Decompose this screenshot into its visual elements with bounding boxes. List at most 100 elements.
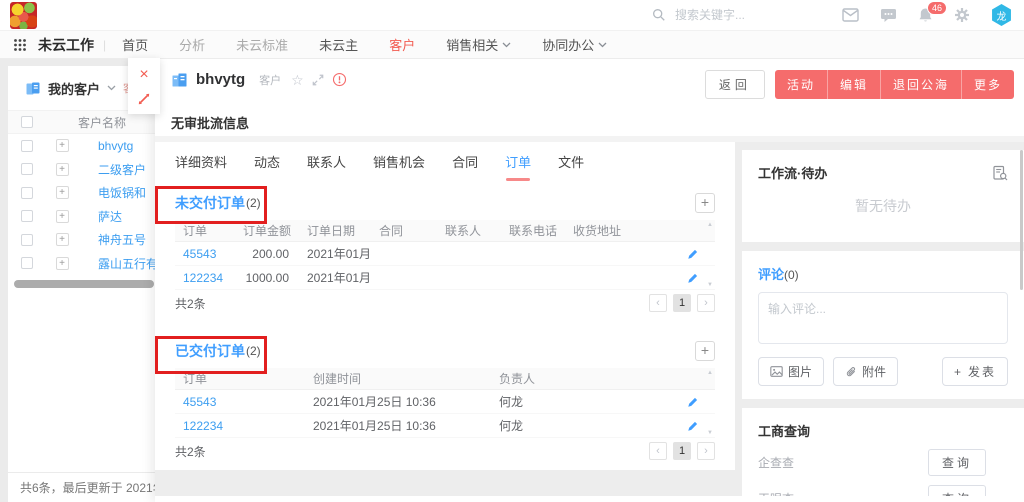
publish-comment-button[interactable]: + 发表 xyxy=(942,357,1008,386)
expand-diagonal-icon[interactable] xyxy=(137,92,151,106)
edit-pencil-icon[interactable] xyxy=(687,272,699,284)
apps-grid-icon[interactable] xyxy=(13,38,27,52)
customer-link[interactable]: 萨达 xyxy=(78,208,122,225)
add-attachment-button[interactable]: 附件 xyxy=(833,357,898,386)
scroll-up-icon[interactable]: ▲ xyxy=(707,222,713,228)
tianyancha-query-button[interactable]: 查询 xyxy=(928,485,986,496)
notifications-bell-icon[interactable]: 46 xyxy=(918,7,933,23)
comment-input[interactable] xyxy=(758,292,1008,344)
customer-link[interactable]: 露山五行有限 xyxy=(78,255,160,272)
search-input[interactable] xyxy=(675,8,835,22)
return-to-pool-button[interactable]: 退回公海 xyxy=(881,70,962,99)
order-link[interactable]: 45543 xyxy=(175,395,305,409)
nav-item-sales[interactable]: 销售相关 xyxy=(446,35,511,54)
app-logo[interactable] xyxy=(10,2,37,29)
order-amount: 200.00 xyxy=(235,247,299,261)
qichacha-query-button[interactable]: 查询 xyxy=(928,449,986,476)
col-phone: 联系电话 xyxy=(501,222,565,239)
row-checkbox[interactable] xyxy=(21,187,33,199)
order-link[interactable]: 122234 xyxy=(175,271,235,285)
expand-plus-icon[interactable]: + xyxy=(56,163,69,176)
table-scrollbar[interactable]: ▲ ▼ xyxy=(705,368,715,438)
mail-icon[interactable] xyxy=(842,8,859,22)
list-item[interactable]: + 露山五行有限 xyxy=(8,252,160,276)
nav-item-main[interactable]: 未云主 xyxy=(319,35,358,54)
list-item[interactable]: + 电饭锅和 xyxy=(8,181,160,205)
scroll-down-icon[interactable]: ▼ xyxy=(707,282,713,288)
tab-orders[interactable]: 订单 xyxy=(505,152,531,171)
user-avatar[interactable]: 龙 xyxy=(991,4,1012,26)
row-checkbox[interactable] xyxy=(21,234,33,246)
nav-item-home[interactable]: 首页 xyxy=(122,35,148,54)
horizontal-scrollbar[interactable] xyxy=(14,280,154,288)
table-scrollbar[interactable]: ▲ ▼ xyxy=(705,220,715,290)
fullscreen-arrows-icon[interactable] xyxy=(312,74,324,86)
add-image-button[interactable]: 图片 xyxy=(758,357,824,386)
expand-plus-icon[interactable]: + xyxy=(56,233,69,246)
chevron-down-icon[interactable] xyxy=(107,85,116,91)
expand-plus-icon[interactable]: + xyxy=(56,139,69,152)
nav-item-customers[interactable]: 客户 xyxy=(389,35,415,54)
list-item[interactable]: + bhvytg xyxy=(8,134,160,158)
vertical-scrollbar[interactable] xyxy=(1020,150,1023,290)
expand-plus-icon[interactable]: + xyxy=(56,186,69,199)
scroll-up-icon[interactable]: ▲ xyxy=(707,370,713,376)
customer-link[interactable]: 电饭锅和 xyxy=(78,184,146,201)
expand-plus-icon[interactable]: + xyxy=(56,257,69,270)
business-lookup-card: 工商查询 企查查 查询 天眼查 查询 xyxy=(742,408,1024,496)
workflow-title: 工作流·待办 xyxy=(758,163,827,182)
tab-opportunities[interactable]: 销售机会 xyxy=(373,152,425,171)
current-page[interactable]: 1 xyxy=(673,294,691,312)
add-order-button[interactable]: + xyxy=(695,341,715,361)
current-page[interactable]: 1 xyxy=(673,442,691,460)
order-link[interactable]: 45543 xyxy=(175,247,235,261)
edit-pencil-icon[interactable] xyxy=(687,248,699,260)
table-header-row: 订单 订单金额 订单日期 合同 联系人 联系电话 收货地址 xyxy=(175,220,715,242)
list-view-title[interactable]: 我的客户 xyxy=(48,79,100,98)
edit-pencil-icon[interactable] xyxy=(687,396,699,408)
add-order-button[interactable]: + xyxy=(695,193,715,213)
row-checkbox[interactable] xyxy=(21,163,33,175)
list-item[interactable]: + 萨达 xyxy=(8,205,160,229)
row-checkbox[interactable] xyxy=(21,210,33,222)
workflow-log-icon[interactable] xyxy=(992,165,1008,181)
tab-activity[interactable]: 动态 xyxy=(254,152,280,171)
activity-button[interactable]: 活动 xyxy=(775,70,828,99)
select-all-checkbox[interactable] xyxy=(21,116,33,128)
order-link[interactable]: 122234 xyxy=(175,419,305,433)
row-checkbox[interactable] xyxy=(21,140,33,152)
customer-link[interactable]: 神舟五号 xyxy=(78,231,146,248)
more-button[interactable]: 更多 xyxy=(962,70,1014,99)
detail-tabs: 详细资料 动态 联系人 销售机会 合同 订单 文件 xyxy=(175,142,715,180)
tab-profile[interactable]: 详细资料 xyxy=(175,152,227,171)
close-icon[interactable]: × xyxy=(139,67,148,83)
nav-item-analysis[interactable]: 分析 xyxy=(179,35,205,54)
prev-page-button[interactable]: ‹ xyxy=(649,442,667,460)
scroll-down-icon[interactable]: ▼ xyxy=(707,430,713,436)
tab-contacts[interactable]: 联系人 xyxy=(307,152,346,171)
nav-item-collab[interactable]: 协同办公 xyxy=(542,35,607,54)
list-item[interactable]: + 二级客户 xyxy=(8,158,160,182)
favorite-star-icon[interactable]: ☆ xyxy=(291,73,304,87)
back-button[interactable]: 返回 xyxy=(705,70,765,99)
customer-link[interactable]: bhvytg xyxy=(78,139,133,153)
next-page-button[interactable]: › xyxy=(697,442,715,460)
list-item[interactable]: + 神舟五号 xyxy=(8,228,160,252)
workspace-title[interactable]: 未云工作 xyxy=(38,35,94,55)
next-page-button[interactable]: › xyxy=(697,294,715,312)
prev-page-button[interactable]: ‹ xyxy=(649,294,667,312)
section-title: 已交付订单 xyxy=(175,341,245,361)
edit-button[interactable]: 编辑 xyxy=(828,70,881,99)
customer-link[interactable]: 二级客户 xyxy=(78,161,146,178)
settings-gear-icon[interactable] xyxy=(954,7,970,23)
col-order-date: 订单日期 xyxy=(299,222,371,239)
tab-files[interactable]: 文件 xyxy=(558,152,584,171)
edit-pencil-icon[interactable] xyxy=(687,420,699,432)
row-checkbox[interactable] xyxy=(21,257,33,269)
nav-item-standard[interactable]: 未云标准 xyxy=(236,35,288,54)
seal-badge-icon[interactable] xyxy=(332,72,347,87)
tab-contracts[interactable]: 合同 xyxy=(452,152,478,171)
chat-icon[interactable] xyxy=(880,8,897,23)
table-row: 122234 2021年01月25日 10:36 何龙 xyxy=(175,414,715,438)
expand-plus-icon[interactable]: + xyxy=(56,210,69,223)
